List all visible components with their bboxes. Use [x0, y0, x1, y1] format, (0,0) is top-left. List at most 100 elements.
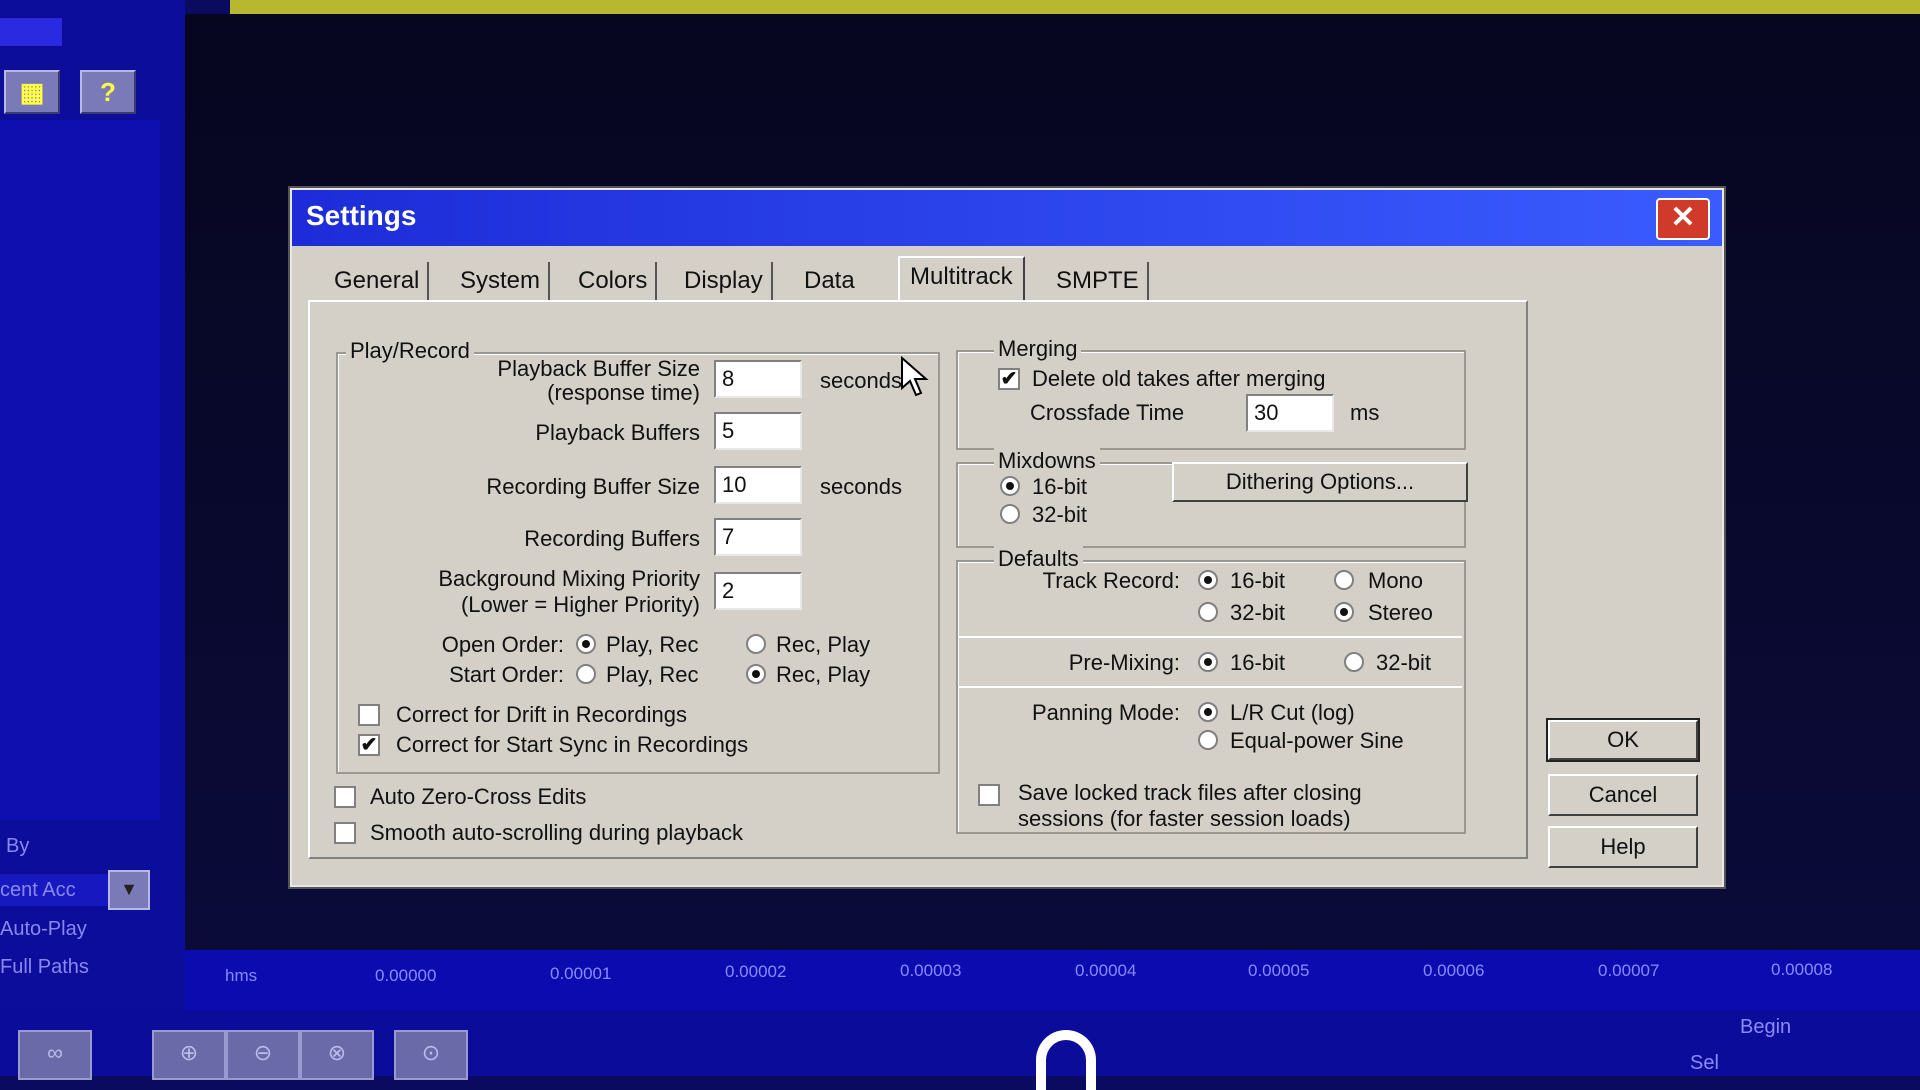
- tab-display[interactable]: Display: [676, 262, 773, 300]
- open-order-rec-play-radio[interactable]: [746, 634, 766, 654]
- zoom-out-button[interactable]: ⊖: [226, 1030, 300, 1080]
- recording-buffers-label: Recording Buffers: [524, 526, 700, 551]
- start-sync-checkbox[interactable]: ✔: [358, 734, 380, 756]
- track-record-32bit-radio[interactable]: [1198, 602, 1218, 622]
- files-icon: ▦: [19, 77, 45, 107]
- help-button[interactable]: Help: [1548, 826, 1698, 868]
- ruler-unit: hms: [225, 966, 258, 985]
- panning-equal-power-label: Equal-power Sine: [1230, 728, 1404, 753]
- drift-checkbox[interactable]: [358, 704, 380, 726]
- save-locked-sublabel: sessions (for faster session loads): [1018, 806, 1351, 831]
- mixdown-32bit-radio[interactable]: [1000, 504, 1020, 524]
- track-record-mono-radio[interactable]: [1334, 570, 1354, 590]
- sort-dropdown-button[interactable]: ▼: [108, 870, 150, 910]
- divider: [958, 686, 1462, 688]
- start-order-rec-play-label: Rec, Play: [776, 662, 871, 687]
- loop-button[interactable]: ∞: [18, 1030, 92, 1080]
- tab-general[interactable]: General: [326, 262, 430, 300]
- save-locked-checkbox[interactable]: [978, 784, 1000, 806]
- delete-old-takes-checkbox[interactable]: ✔: [998, 368, 1020, 390]
- tab-colors[interactable]: Colors: [570, 262, 658, 300]
- full-paths-option[interactable]: Full Paths: [0, 956, 89, 979]
- mouse-cursor-icon: [901, 356, 929, 397]
- crossfade-unit: ms: [1350, 400, 1380, 425]
- time-ruler[interactable]: hms 0.00000 0.00001 0.00002 0.00003 0.00…: [185, 950, 1920, 1010]
- recording-buffer-size-label: Recording Buffer Size: [486, 474, 700, 499]
- recording-buffer-size-input[interactable]: 10: [714, 466, 802, 504]
- divider: [958, 636, 1462, 638]
- top-status-bar: [230, 0, 1920, 14]
- auto-play-option[interactable]: Auto-Play: [0, 918, 87, 941]
- ruler-tick: 0.00005: [1248, 961, 1310, 980]
- dithering-options-button[interactable]: Dithering Options...: [1172, 462, 1468, 502]
- file-list[interactable]: [0, 120, 160, 820]
- auto-zero-cross-checkbox[interactable]: [334, 786, 356, 808]
- delete-old-takes-label: Delete old takes after merging: [1032, 366, 1326, 391]
- help-toolbar-button[interactable]: ?: [80, 70, 136, 114]
- bg-priority-label: Background Mixing Priority: [438, 566, 700, 591]
- crossfade-label: Crossfade Time: [1030, 400, 1185, 425]
- playback-buffer-size-unit: seconds: [820, 368, 902, 393]
- ruler-tick: 0.00007: [1598, 961, 1660, 980]
- chevron-down-icon: ▼: [120, 879, 138, 899]
- zoom-full-button[interactable]: ⊗: [300, 1030, 374, 1080]
- ok-button[interactable]: OK: [1548, 720, 1698, 760]
- open-order-play-rec-label: Play, Rec: [606, 632, 699, 657]
- premix-32bit-radio[interactable]: [1344, 652, 1364, 672]
- playback-buffers-input[interactable]: 5: [714, 412, 802, 450]
- zoom-in-button[interactable]: ⊕: [152, 1030, 226, 1080]
- bg-priority-sublabel: (Lower = Higher Priority): [460, 592, 700, 617]
- track-record-32bit-label: 32-bit: [1230, 600, 1286, 625]
- ruler-tick: 0.00002: [725, 962, 787, 981]
- zoom-full-icon: ⊗: [327, 1040, 347, 1065]
- premix-32bit-label: 32-bit: [1376, 650, 1432, 675]
- track-record-16bit-radio[interactable]: [1198, 570, 1218, 590]
- recording-buffer-size-unit: seconds: [820, 474, 902, 499]
- drift-label: Correct for Drift in Recordings: [396, 702, 687, 727]
- open-order-rec-play-label: Rec, Play: [776, 632, 871, 657]
- close-button[interactable]: ✕: [1656, 198, 1710, 240]
- panning-lr-cut-label: L/R Cut (log): [1230, 700, 1355, 725]
- mixdowns-title: Mixdowns: [994, 448, 1100, 474]
- crossfade-input[interactable]: 30: [1246, 394, 1334, 432]
- close-icon: ✕: [1670, 201, 1696, 234]
- ruler-tick: 0.00000: [375, 966, 437, 985]
- playback-buffer-size-sublabel: (response time): [547, 380, 700, 405]
- start-order-play-rec-label: Play, Rec: [606, 662, 699, 687]
- track-record-stereo-radio[interactable]: [1334, 602, 1354, 622]
- open-order-label: Open Order:: [441, 632, 564, 657]
- tab-system[interactable]: System: [452, 262, 551, 300]
- panning-mode-label: Panning Mode:: [1032, 700, 1180, 725]
- cancel-button[interactable]: Cancel: [1548, 774, 1698, 816]
- smooth-scroll-label: Smooth auto-scrolling during playback: [370, 820, 743, 845]
- dialog-titlebar[interactable]: Settings ✕: [292, 190, 1722, 246]
- start-sync-label: Correct for Start Sync in Recordings: [396, 732, 749, 757]
- zoom-out-icon: ⊖: [253, 1040, 273, 1065]
- recording-buffers-input[interactable]: 7: [714, 518, 802, 556]
- mixdown-16bit-label: 16-bit: [1032, 474, 1088, 499]
- tab-data[interactable]: Data: [796, 262, 863, 300]
- premix-label: Pre-Mixing:: [1068, 650, 1180, 675]
- playback-buffer-size-input[interactable]: 8: [714, 360, 802, 398]
- left-panel-tab[interactable]: [0, 18, 62, 46]
- tab-multitrack[interactable]: Multitrack: [898, 256, 1025, 302]
- tab-smpte[interactable]: SMPTE: [1048, 262, 1149, 300]
- zoom-in-icon: ⊕: [179, 1040, 199, 1065]
- begin-label: Begin: [1740, 1016, 1792, 1038]
- premix-16bit-radio[interactable]: [1198, 652, 1218, 672]
- track-record-label: Track Record:: [1042, 568, 1180, 593]
- bg-priority-input[interactable]: 2: [714, 572, 802, 610]
- start-order-play-rec-radio[interactable]: [576, 664, 596, 684]
- start-order-rec-play-radio[interactable]: [746, 664, 766, 684]
- dialog-title: Settings: [306, 200, 417, 231]
- smooth-scroll-checkbox[interactable]: [334, 822, 356, 844]
- mixdown-16bit-radio[interactable]: [1000, 476, 1020, 496]
- sort-by-select[interactable]: cent Acc: [0, 874, 108, 906]
- open-order-play-rec-radio[interactable]: [576, 634, 596, 654]
- toolbar-icon-button[interactable]: ▦: [4, 70, 60, 114]
- panning-lr-cut-radio[interactable]: [1198, 702, 1218, 722]
- settings-dialog: Settings ✕ General System Colors Display…: [290, 188, 1724, 887]
- zoom-selection-button[interactable]: ⊙: [394, 1030, 468, 1080]
- panning-equal-power-radio[interactable]: [1198, 730, 1218, 750]
- multitrack-panel: Play/Record Playback Buffer Size (respon…: [308, 300, 1528, 859]
